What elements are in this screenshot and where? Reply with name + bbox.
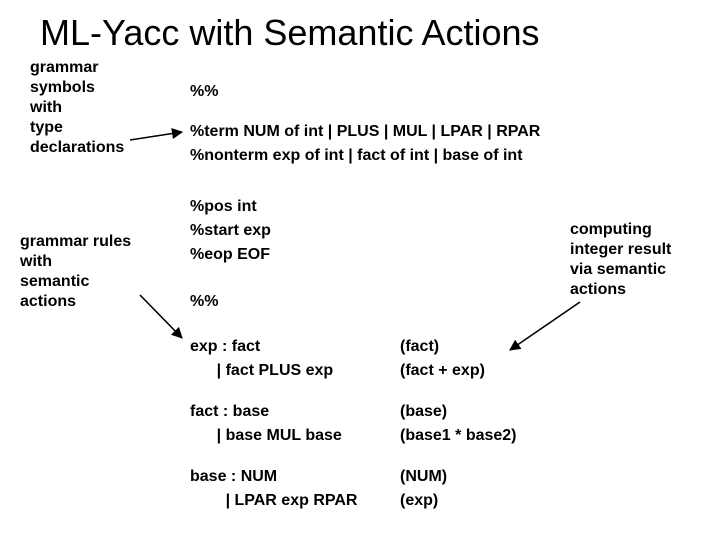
- arrow-grammar-rules: [140, 295, 182, 338]
- code-action-base-a: (NUM): [400, 465, 447, 490]
- code-rule-base-b: | LPAR exp RPAR: [190, 489, 357, 514]
- code-rule-exp-b: | fact PLUS exp: [190, 359, 333, 384]
- code-action-exp-a: (fact): [400, 335, 439, 360]
- code-rule-fact-a: fact : base: [190, 400, 269, 425]
- code-term: %term NUM of int | PLUS | MUL | LPAR | R…: [190, 120, 540, 145]
- code-start: %start exp: [190, 219, 271, 244]
- slide-title: ML-Yacc with Semantic Actions: [40, 12, 700, 54]
- code-sep2: %%: [190, 290, 218, 315]
- arrow-grammar-symbols: [130, 132, 182, 140]
- code-rule-fact-b: | base MUL base: [190, 424, 342, 449]
- arrow-computing: [510, 302, 580, 350]
- annotation-computing: computing integer result via semantic ac…: [570, 220, 671, 300]
- code-action-base-b: (exp): [400, 489, 438, 514]
- code-pos: %pos int: [190, 195, 257, 220]
- annotation-grammar-symbols: grammar symbols with type declarations: [30, 58, 124, 158]
- annotation-grammar-rules: grammar rules with semantic actions: [20, 232, 131, 312]
- code-sep1: %%: [190, 80, 218, 105]
- code-eop: %eop EOF: [190, 243, 270, 268]
- code-action-fact-a: (base): [400, 400, 447, 425]
- slide: ML-Yacc with Semantic Actions grammar sy…: [0, 0, 720, 540]
- code-action-exp-b: (fact + exp): [400, 359, 485, 384]
- code-action-fact-b: (base1 * base2): [400, 424, 517, 449]
- code-rule-base-a: base : NUM: [190, 465, 277, 490]
- code-rule-exp-a: exp : fact: [190, 335, 260, 360]
- code-nonterm: %nonterm exp of int | fact of int | base…: [190, 144, 523, 169]
